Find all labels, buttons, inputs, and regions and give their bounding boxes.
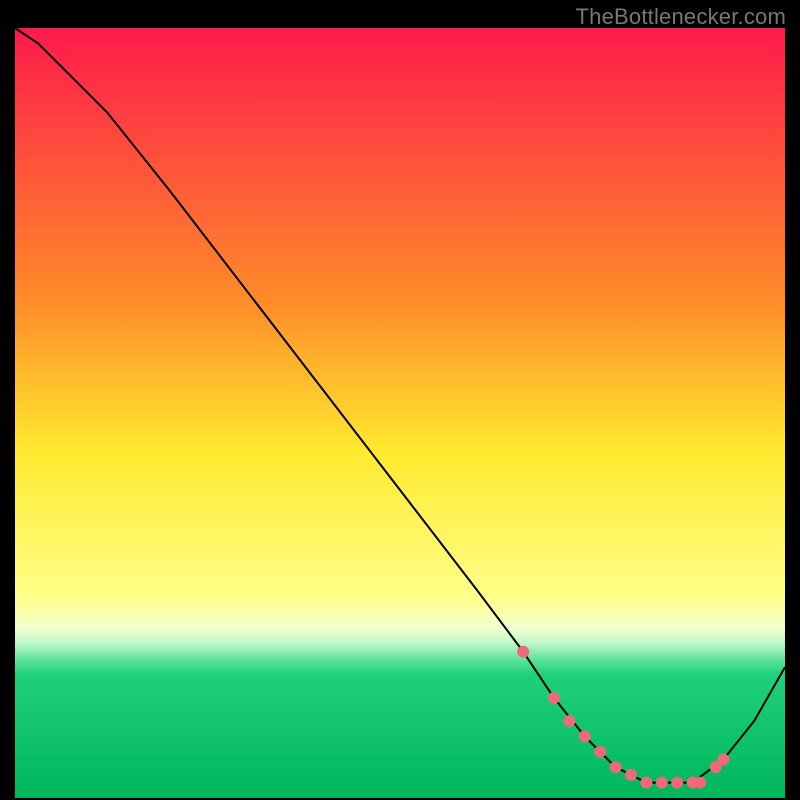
highlight-dot <box>671 777 683 789</box>
highlight-dot <box>579 730 591 742</box>
highlight-dot <box>656 777 668 789</box>
highlight-dot <box>625 769 637 781</box>
highlight-dot <box>640 777 652 789</box>
highlight-dot <box>594 746 606 758</box>
highlight-dot <box>717 754 729 766</box>
chart-frame <box>15 28 785 798</box>
plot-background <box>15 28 785 798</box>
highlight-dot <box>517 646 529 658</box>
highlight-dot <box>548 692 560 704</box>
watermark-text: TheBottlenecker.com <box>576 4 786 30</box>
highlight-dot <box>563 715 575 727</box>
highlight-dot <box>610 761 622 773</box>
highlight-dot <box>694 777 706 789</box>
chart-svg <box>15 28 785 798</box>
